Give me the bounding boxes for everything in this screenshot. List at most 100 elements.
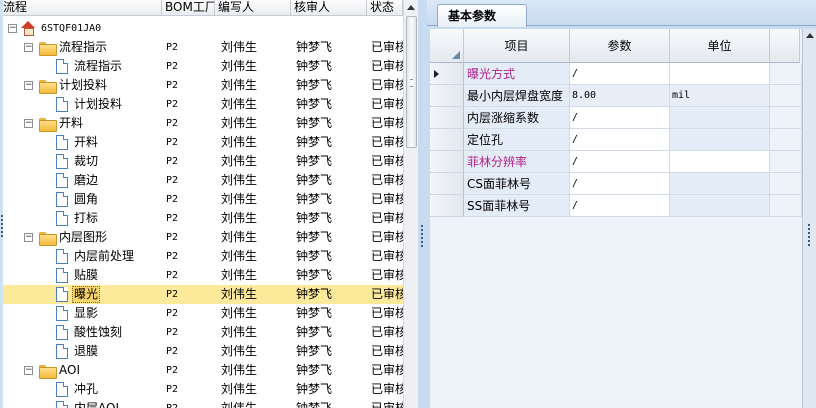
- tree-row[interactable]: − 开料 P2 刘伟生 钟梦飞 已审核: [0, 114, 403, 133]
- row-header[interactable]: [430, 195, 464, 217]
- tree-row[interactable]: 打标 P2 刘伟生 钟梦飞 已审核: [0, 209, 403, 228]
- row-header[interactable]: [430, 129, 464, 151]
- parameter-row[interactable]: 定位孔 /: [430, 129, 802, 151]
- document-icon: [56, 344, 68, 359]
- scroll-up-icon[interactable]: [806, 33, 814, 38]
- tree-row[interactable]: − AOI P2 刘伟生 钟梦飞 已审核: [0, 361, 403, 380]
- tree-row[interactable]: 流程指示 P2 刘伟生 钟梦飞 已审核: [0, 57, 403, 76]
- column-header-writer[interactable]: 编写人: [215, 0, 291, 16]
- column-header-process[interactable]: 流程: [0, 0, 162, 16]
- tree-row[interactable]: 显影 P2 刘伟生 钟梦飞 已审核: [0, 304, 403, 323]
- tree-row[interactable]: 酸性蚀刻 P2 刘伟生 钟梦飞 已审核: [0, 323, 403, 342]
- column-header-item[interactable]: 项目: [464, 29, 570, 63]
- parameter-unit-cell[interactable]: [670, 151, 770, 173]
- parameter-value-cell[interactable]: /: [570, 107, 670, 129]
- parameter-value-cell[interactable]: /: [570, 195, 670, 217]
- parameter-row[interactable]: 最小内层焊盘宽度 8.00 mil: [430, 85, 802, 107]
- scroll-up-icon[interactable]: [407, 5, 415, 10]
- tree-node-label: 开料: [59, 116, 84, 130]
- tree-node[interactable]: 计划投料: [0, 95, 162, 114]
- grid-scrollbar[interactable]: [802, 29, 816, 408]
- tree-node[interactable]: 酸性蚀刻: [0, 323, 162, 342]
- tree-row[interactable]: 开料 P2 刘伟生 钟梦飞 已审核: [0, 133, 403, 152]
- column-header-unit[interactable]: 单位: [670, 29, 770, 63]
- collapse-toggle-icon[interactable]: −: [24, 81, 33, 90]
- parameter-unit-cell[interactable]: [670, 129, 770, 151]
- tree-row[interactable]: 退膜 P2 刘伟生 钟梦飞 已审核: [0, 342, 403, 361]
- tree-node[interactable]: − 计划投料: [0, 76, 162, 95]
- tree-node[interactable]: 磨边: [0, 171, 162, 190]
- collapse-toggle-icon[interactable]: −: [24, 233, 33, 242]
- tree-node[interactable]: 圆角: [0, 190, 162, 209]
- parameter-row[interactable]: 菲林分辨率 /: [430, 151, 802, 173]
- parameter-row[interactable]: SS面菲林号 /: [430, 195, 802, 217]
- parameter-row[interactable]: CS面菲林号 /: [430, 173, 802, 195]
- tree-node[interactable]: − AOI: [0, 361, 162, 380]
- tree-row[interactable]: − 内层图形 P2 刘伟生 钟梦飞 已审核: [0, 228, 403, 247]
- tree-node[interactable]: − 开料: [0, 114, 162, 133]
- row-header[interactable]: [430, 151, 464, 173]
- grid-corner-cell[interactable]: [430, 29, 464, 63]
- row-header[interactable]: [430, 173, 464, 195]
- collapse-toggle-icon[interactable]: −: [24, 43, 33, 52]
- tree-node[interactable]: 内层前处理: [0, 247, 162, 266]
- tree-node[interactable]: 退膜: [0, 342, 162, 361]
- writer-cell: 刘伟生: [221, 401, 258, 408]
- tree-node[interactable]: 冲孔: [0, 380, 162, 399]
- tree-node[interactable]: 流程指示: [0, 57, 162, 76]
- tree-row[interactable]: 计划投料 P2 刘伟生 钟梦飞 已审核: [0, 95, 403, 114]
- tree-row[interactable]: 曝光 P2 刘伟生 钟梦飞 已审核: [0, 285, 403, 304]
- parameter-value-cell[interactable]: /: [570, 129, 670, 151]
- column-header-bom-factory[interactable]: BOM工厂: [162, 0, 215, 16]
- column-header-status[interactable]: 状态: [367, 0, 403, 16]
- tree-node[interactable]: 曝光: [0, 285, 162, 304]
- row-header[interactable]: [430, 107, 464, 129]
- parameter-value-cell[interactable]: 8.00: [570, 85, 670, 107]
- tree-row[interactable]: 内层AOI P2 刘伟生 钟梦飞 已审核: [0, 399, 403, 408]
- tree-node[interactable]: − 内层图形: [0, 228, 162, 247]
- row-header[interactable]: [430, 63, 464, 85]
- parameter-unit-cell[interactable]: mil: [670, 85, 770, 107]
- parameter-unit-cell[interactable]: [670, 63, 770, 85]
- collapse-toggle-icon[interactable]: −: [24, 366, 33, 375]
- tree-row[interactable]: − 流程指示 P2 刘伟生 钟梦飞 已审核: [0, 38, 403, 57]
- parameter-value-cell[interactable]: /: [570, 173, 670, 195]
- parameter-row[interactable]: 内层涨缩系数 /: [430, 107, 802, 129]
- pane-splitter[interactable]: [418, 0, 427, 408]
- tree-row[interactable]: 贴膜 P2 刘伟生 钟梦飞 已审核: [0, 266, 403, 285]
- parameter-unit-cell[interactable]: [670, 195, 770, 217]
- tree-node[interactable]: − 流程指示: [0, 38, 162, 57]
- tree-node[interactable]: 打标: [0, 209, 162, 228]
- tree-node[interactable]: 内层AOI: [0, 399, 162, 408]
- tree-row[interactable]: 冲孔 P2 刘伟生 钟梦飞 已审核: [0, 380, 403, 399]
- parameter-value-cell[interactable]: /: [570, 151, 670, 173]
- parameter-value-cell[interactable]: /: [570, 63, 670, 85]
- tree-row[interactable]: 磨边 P2 刘伟生 钟梦飞 已审核: [0, 171, 403, 190]
- tree-row[interactable]: − 计划投料 P2 刘伟生 钟梦飞 已审核: [0, 76, 403, 95]
- left-collapse-handle[interactable]: [0, 0, 3, 408]
- tree-node[interactable]: 显影: [0, 304, 162, 323]
- tree-row[interactable]: 圆角 P2 刘伟生 钟梦飞 已审核: [0, 190, 403, 209]
- tree-node[interactable]: 裁切: [0, 152, 162, 171]
- tree-row[interactable]: 内层前处理 P2 刘伟生 钟梦飞 已审核: [0, 247, 403, 266]
- tree-row[interactable]: 裁切 P2 刘伟生 钟梦飞 已审核: [0, 152, 403, 171]
- collapse-toggle-icon[interactable]: −: [24, 119, 33, 128]
- blank-cell: [770, 195, 802, 217]
- parameter-row[interactable]: 曝光方式 /: [430, 63, 802, 85]
- tree-row[interactable]: − 6STQF01JA0: [0, 19, 403, 38]
- parameter-unit-cell[interactable]: [670, 107, 770, 129]
- parameter-unit-cell[interactable]: [670, 173, 770, 195]
- tree-scrollbar[interactable]: [403, 0, 418, 408]
- tree-node[interactable]: 贴膜: [0, 266, 162, 285]
- scroll-thumb[interactable]: [406, 16, 417, 148]
- row-header[interactable]: [430, 85, 464, 107]
- collapse-toggle-icon[interactable]: −: [8, 24, 17, 33]
- tree-node[interactable]: − 6STQF01JA0: [0, 19, 162, 38]
- home-icon: [21, 21, 35, 36]
- tab-basic-params[interactable]: 基本参数: [437, 4, 527, 27]
- column-header-value[interactable]: 参数: [570, 29, 670, 63]
- column-header-reviewer[interactable]: 核审人: [291, 0, 367, 16]
- blank-cell: [770, 63, 802, 85]
- bom-factory-cell: P2: [166, 156, 179, 167]
- tree-node[interactable]: 开料: [0, 133, 162, 152]
